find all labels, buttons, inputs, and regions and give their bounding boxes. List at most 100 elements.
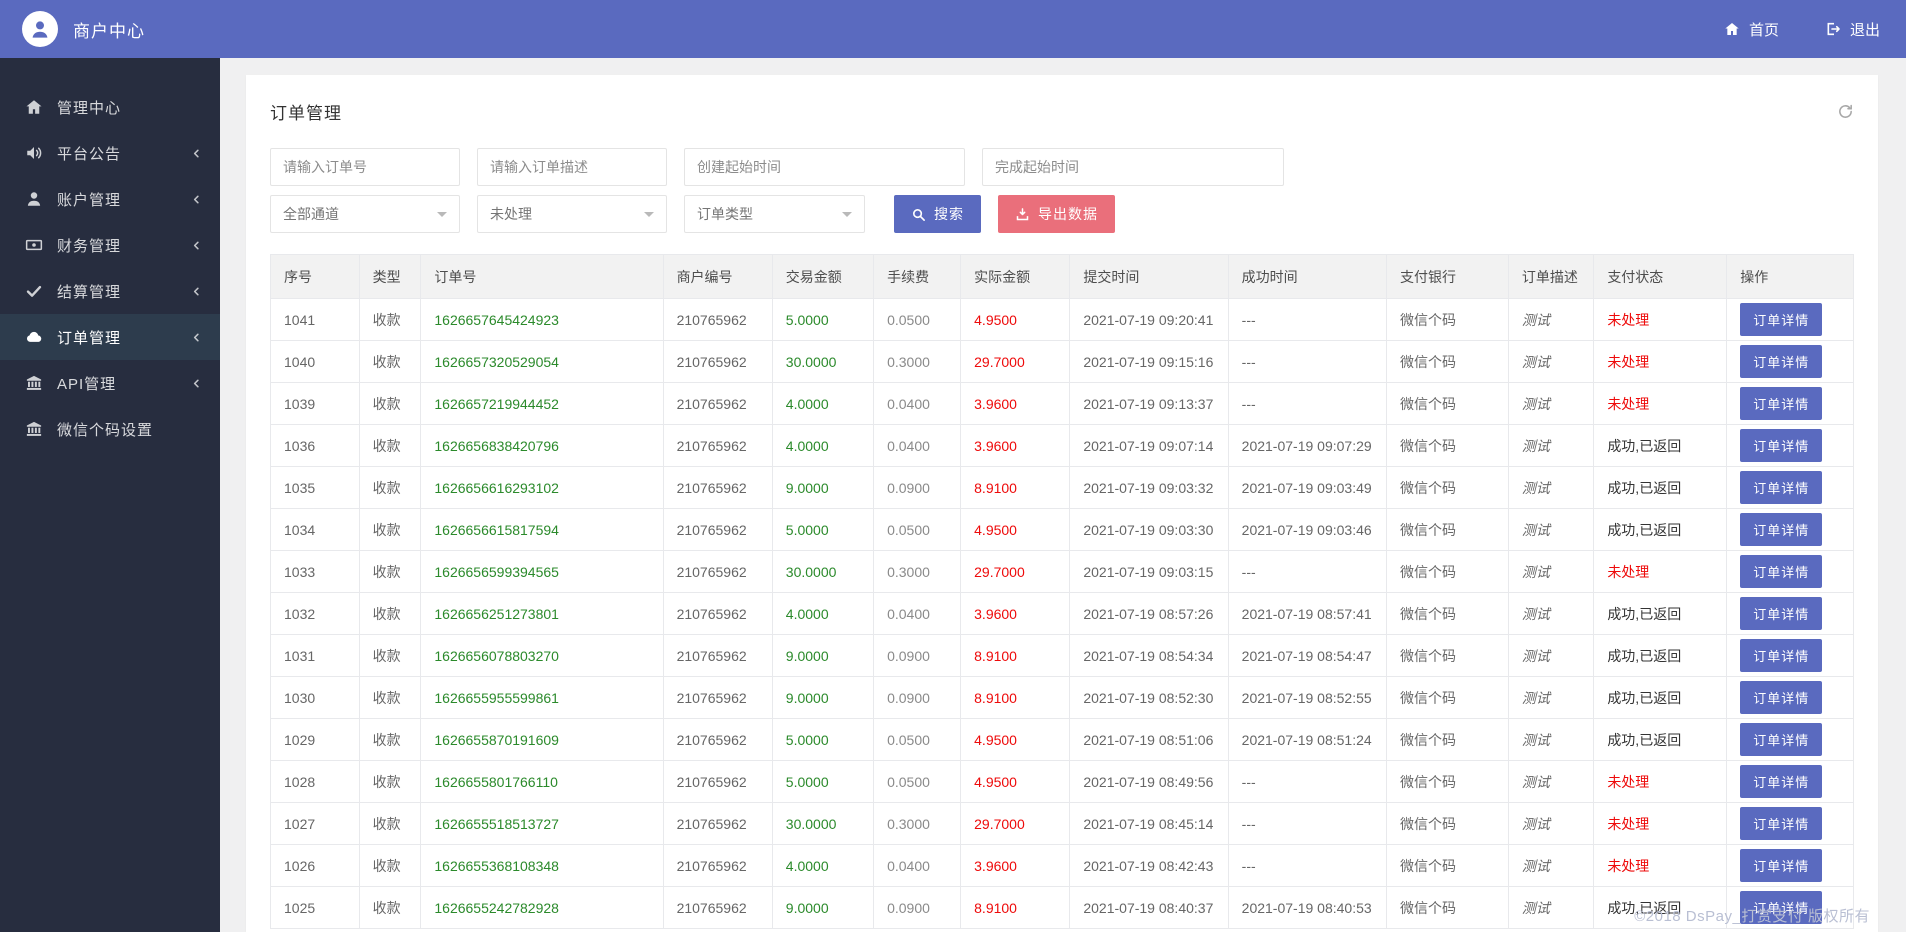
order-detail-button[interactable]: 订单详情 — [1740, 513, 1823, 546]
nav-logout[interactable]: 退出 — [1825, 19, 1880, 40]
cell-type: 收款 — [358, 424, 422, 467]
cell-amount: 4.0000 — [771, 592, 875, 635]
cell-merchant_no: 210765962 — [662, 340, 773, 383]
cell-order_no: 1626655518513727 — [420, 802, 664, 845]
cell-type: 收款 — [358, 802, 422, 845]
table-row: 1041 收款 1626657645424923 210765962 5.0000 0.0… — [270, 298, 1854, 341]
finish-time-input[interactable] — [982, 148, 1284, 186]
cell-merchant_no: 210765962 — [662, 508, 773, 551]
sidebar-item-settlement-management[interactable]: 结算管理 — [0, 268, 220, 314]
sidebar-item-order-management[interactable]: 订单管理 — [0, 314, 220, 360]
order-detail-button[interactable]: 订单详情 — [1740, 807, 1823, 840]
top-header: 商户中心 首页 退出 — [0, 0, 1906, 58]
caret-down-icon — [437, 212, 447, 222]
cell-type: 收款 — [358, 550, 422, 593]
export-button[interactable]: 导出数据 — [998, 195, 1115, 233]
order-detail-button[interactable]: 订单详情 — [1740, 429, 1823, 462]
sidebar-item-admin-center[interactable]: 管理中心 — [0, 84, 220, 130]
order-detail-button[interactable]: 订单详情 — [1740, 597, 1823, 630]
cell-amount: 30.0000 — [771, 550, 875, 593]
col-actual_amount: 实际金额 — [960, 254, 1071, 299]
sidebar-item-finance-management[interactable]: 财务管理 — [0, 222, 220, 268]
cell-seq: 1030 — [270, 676, 360, 719]
order-detail-button[interactable]: 订单详情 — [1740, 345, 1823, 378]
cell-description: 测试 — [1507, 424, 1595, 467]
order-desc-input[interactable] — [477, 148, 667, 186]
sidebar: 管理中心 平台公告 账户管理 财务管理 结算管理 订单管理 API管理 微信个码设置 — [0, 58, 220, 932]
cell-amount: 5.0000 — [771, 298, 875, 341]
order-detail-button[interactable]: 订单详情 — [1740, 387, 1823, 420]
cell-actual_amount: 29.7000 — [960, 550, 1071, 593]
cell-fee: 0.0500 — [873, 298, 962, 341]
cell-success_time: --- — [1227, 550, 1387, 593]
refresh-icon[interactable] — [1837, 103, 1854, 120]
cell-type: 收款 — [358, 508, 422, 551]
cell-seq: 1034 — [270, 508, 360, 551]
order-detail-button[interactable]: 订单详情 — [1740, 681, 1823, 714]
table-row: 1040 收款 1626657320529054 210765962 30.0000 0.… — [270, 340, 1854, 383]
order-detail-button[interactable]: 订单详情 — [1740, 723, 1823, 756]
user-icon — [25, 190, 43, 208]
cell-seq: 1035 — [270, 466, 360, 509]
sign-out-icon — [1825, 21, 1841, 37]
check-icon — [25, 282, 43, 300]
cell-bank: 微信个码 — [1385, 508, 1509, 551]
cell-status: 成功,已返回 — [1593, 676, 1728, 719]
cell-description: 测试 — [1507, 718, 1595, 761]
sidebar-item-platform-announcement[interactable]: 平台公告 — [0, 130, 220, 176]
cell-bank: 微信个码 — [1385, 676, 1509, 719]
table-row: 1034 收款 1626656615817594 210765962 5.0000 0.0… — [270, 508, 1854, 551]
cell-status: 成功,已返回 — [1593, 592, 1728, 635]
order-type-select[interactable]: 订单类型 — [684, 195, 865, 233]
chevron-left-icon — [191, 378, 202, 389]
order-detail-button[interactable]: 订单详情 — [1740, 765, 1823, 798]
cell-merchant_no: 210765962 — [662, 802, 773, 845]
cell-submit_time: 2021-07-19 08:49:56 — [1069, 760, 1229, 803]
cell-action: 订单详情 — [1726, 508, 1854, 551]
cell-bank: 微信个码 — [1385, 298, 1509, 341]
cell-submit_time: 2021-07-19 08:40:37 — [1069, 886, 1229, 929]
order-detail-button[interactable]: 订单详情 — [1740, 555, 1823, 588]
top-nav: 首页 退出 — [1678, 19, 1906, 40]
cell-action: 订单详情 — [1726, 424, 1854, 467]
cell-actual_amount: 8.9100 — [960, 886, 1071, 929]
cell-success_time: --- — [1227, 760, 1387, 803]
cell-merchant_no: 210765962 — [662, 298, 773, 341]
sidebar-item-wechat-personal-code-settings[interactable]: 微信个码设置 — [0, 406, 220, 452]
cell-success_time: 2021-07-19 08:52:55 — [1227, 676, 1387, 719]
cell-type: 收款 — [358, 886, 422, 929]
channel-select[interactable]: 全部通道 — [270, 195, 460, 233]
brand-title: 商户中心 — [73, 21, 145, 41]
cell-actual_amount: 8.9100 — [960, 634, 1071, 677]
order-detail-button[interactable]: 订单详情 — [1740, 849, 1823, 882]
sidebar-item-api-management[interactable]: API管理 — [0, 360, 220, 406]
main-content: 订单管理 全部通道 — [220, 58, 1906, 932]
cell-type: 收款 — [358, 592, 422, 635]
cell-submit_time: 2021-07-19 09:20:41 — [1069, 298, 1229, 341]
col-bank: 支付银行 — [1385, 254, 1509, 299]
order-detail-button[interactable]: 订单详情 — [1740, 303, 1823, 336]
status-select[interactable]: 未处理 — [477, 195, 667, 233]
table-row: 1036 收款 1626656838420796 210765962 4.0000 0.0… — [270, 424, 1854, 467]
table-row: 1031 收款 1626656078803270 210765962 9.0000 0.0… — [270, 634, 1854, 677]
cell-fee: 0.0400 — [873, 844, 962, 887]
cell-order_no: 1626657645424923 — [420, 298, 664, 341]
cell-amount: 4.0000 — [771, 382, 875, 425]
order-detail-button[interactable]: 订单详情 — [1740, 639, 1823, 672]
cell-seq: 1025 — [270, 886, 360, 929]
cell-fee: 0.0500 — [873, 760, 962, 803]
cell-action: 订单详情 — [1726, 340, 1854, 383]
cell-order_no: 1626657219944452 — [420, 382, 664, 425]
nav-home[interactable]: 首页 — [1724, 19, 1779, 40]
table-row: 1028 收款 1626655801766110 210765962 5.0000 0.0… — [270, 760, 1854, 803]
order-detail-button[interactable]: 订单详情 — [1740, 471, 1823, 504]
create-time-input[interactable] — [684, 148, 965, 186]
cell-description: 测试 — [1507, 886, 1595, 929]
cell-submit_time: 2021-07-19 09:15:16 — [1069, 340, 1229, 383]
order-no-input[interactable] — [270, 148, 460, 186]
cell-seq: 1039 — [270, 382, 360, 425]
sidebar-item-account-management[interactable]: 账户管理 — [0, 176, 220, 222]
cell-action: 订单详情 — [1726, 550, 1854, 593]
search-button[interactable]: 搜索 — [894, 195, 981, 233]
col-order_no: 订单号 — [420, 254, 664, 299]
